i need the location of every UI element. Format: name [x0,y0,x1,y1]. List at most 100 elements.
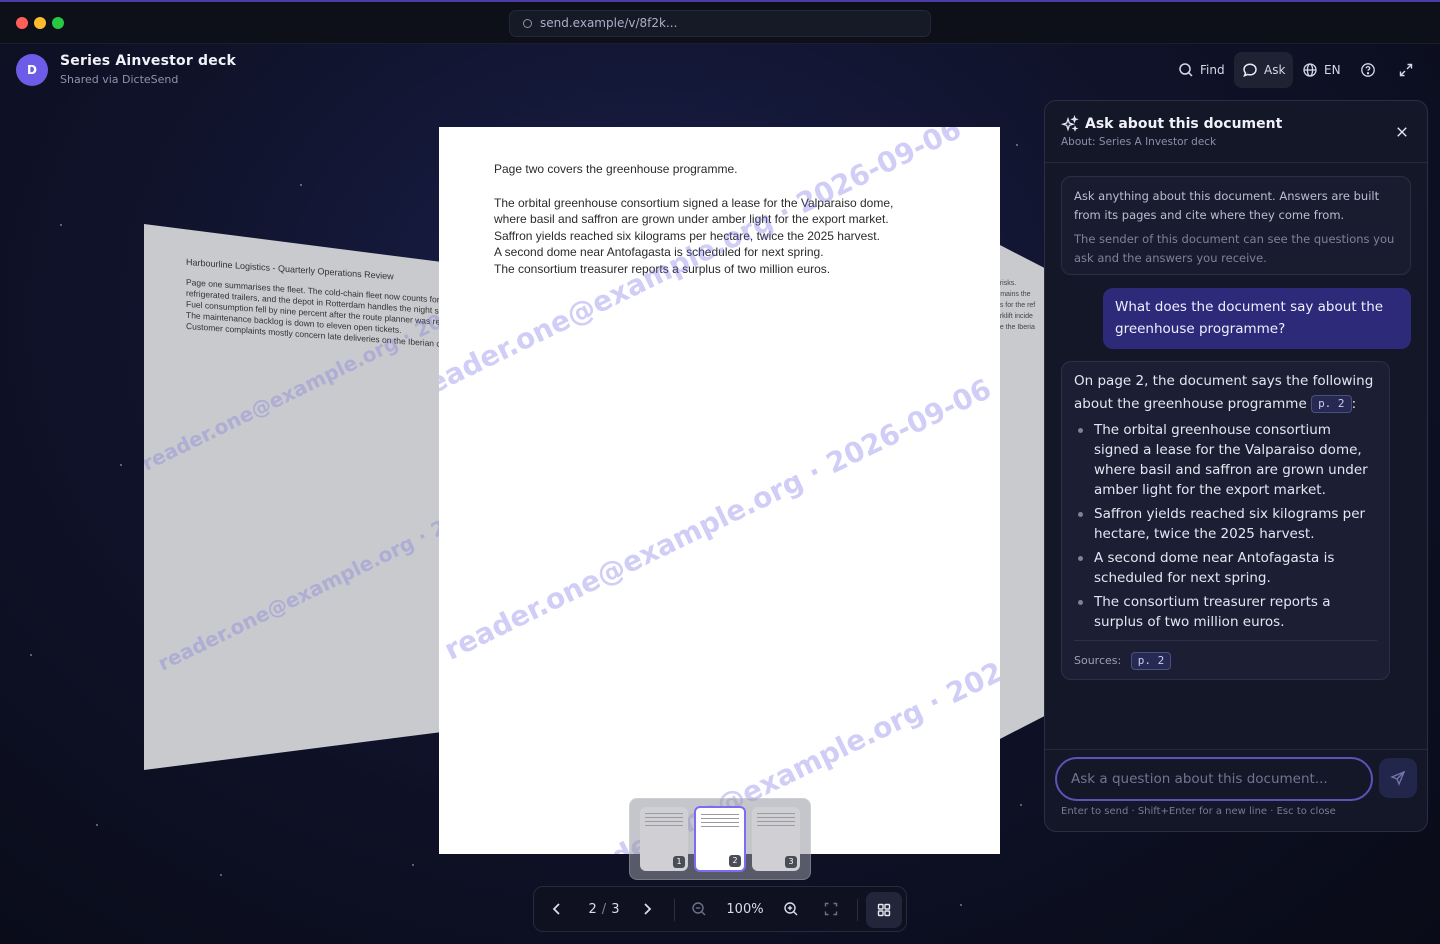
page-2-line: The orbital greenhouse consortium signed… [494,195,894,210]
viewer-stage: D Series Ainvestor deck Shared via Dicte… [0,44,1440,944]
thumbnail-number: 2 [729,855,741,867]
ask-button[interactable]: Ask [1234,52,1294,88]
thumbnail-number: 3 [785,856,797,868]
sender-avatar: D [16,54,48,86]
page-3-preview[interactable]: e risks. remains the ms for the ref fork… [998,244,1046,740]
fit-page-button[interactable] [814,887,848,931]
ask-question-input[interactable] [1055,757,1373,801]
zoom-out-button[interactable] [682,887,716,931]
citation-pill[interactable]: p. 2 [1311,395,1352,413]
window-titlebar: send.example/v/8f2k... [0,0,1440,44]
page-indicator: 2 / 3 [582,887,626,931]
send-question-button[interactable] [1379,758,1417,798]
page-2-line: Saffron yields reached six kilograms per… [494,228,880,243]
site-info-icon [523,19,532,28]
star [60,224,62,226]
star [30,654,32,656]
close-window-button[interactable] [16,17,28,29]
language-button[interactable]: EN [1294,52,1349,88]
page-3-line: e risks. [998,280,1017,287]
page-3-line: remains the [998,291,1031,298]
ask-panel-about: About: Series A Investor deck [1061,136,1217,148]
star [1016,144,1018,146]
next-page-button[interactable] [630,887,664,931]
ask-panel-header: Ask about this document About: Series A … [1045,101,1427,163]
answer-bullet: The orbital greenhouse consortium signed… [1074,420,1377,500]
page-thumbnails: 1 2 3 [629,798,811,880]
user-message-text: What does the document say about the gre… [1115,299,1384,337]
viewer-header: D Series Ainvestor deck Shared via Dicte… [0,44,1440,100]
page-2-line: where basil and saffron are grown under … [494,212,889,226]
grid-view-button[interactable] [866,892,902,928]
chat-icon [1243,63,1257,78]
address-bar[interactable]: send.example/v/8f2k... [509,10,931,37]
chevron-right-icon [644,903,652,915]
sparkle-icon [1061,115,1079,132]
zoom-value: 100% [726,901,764,917]
find-button[interactable]: Find [1170,52,1233,88]
star [96,824,98,826]
thumbnail-number: 1 [673,856,685,868]
ask-label: Ask [1264,63,1286,77]
composer-hint: Enter to send · Shift+Enter for a new li… [1061,806,1336,817]
page-3-line: ute the Iberia [998,324,1035,331]
page-2-document[interactable]: Page two covers the greenhouse programme… [439,127,1000,854]
zoom-in-icon [784,902,798,916]
ask-panel-title: Ask about this document [1085,116,1283,132]
zoom-out-icon [692,902,706,916]
ask-privacy-notice: The sender of this document can see the … [1074,232,1395,265]
fullscreen-button[interactable] [1390,52,1422,88]
globe-icon [1303,63,1317,77]
close-icon [1397,127,1407,137]
page-1-preview[interactable]: Harbourline Logistics - Quarterly Operat… [144,224,444,770]
search-icon [1179,63,1193,77]
find-label: Find [1200,63,1225,77]
star [120,464,122,466]
thumbnail-page-3[interactable]: 3 [752,807,800,871]
page-separator: / [601,901,607,917]
watermark: reader.one@example.org · 2026-09-06 [154,464,444,676]
answer-list: The orbital greenhouse consortium signed… [1074,420,1377,632]
page-total: 3 [611,901,620,917]
page-current[interactable]: 2 [589,902,597,917]
document-title: Series Ainvestor deck [60,53,236,69]
star [960,904,962,906]
send-icon [1390,770,1406,786]
ask-panel: Ask about this document About: Series A … [1044,100,1428,832]
close-ask-panel-button[interactable] [1391,121,1413,143]
thumbnail-page-2[interactable]: 2 [694,806,746,872]
star [412,864,414,866]
sources-label: Sources: [1074,654,1122,667]
address-url: send.example/v/8f2k... [540,16,678,30]
language-label: EN [1324,63,1341,77]
zoom-in-button[interactable] [774,887,808,931]
document-subtitle: Shared via DicteSend [60,73,179,86]
user-message: What does the document say about the gre… [1103,288,1411,349]
star [220,874,222,876]
page-2-body: Page two covers the greenhouse programme… [494,161,893,277]
page-3-line: forklift incide [998,313,1033,320]
watermark: reader.one@example.org · 2026-09-06 [439,372,997,667]
ask-info-text: Ask anything about this document. Answer… [1074,189,1380,222]
zoom-level: 100% [720,887,770,931]
zoom-window-button[interactable] [52,17,64,29]
help-icon [1361,63,1375,77]
star [1020,804,1022,806]
thumbnail-page-1[interactable]: 1 [640,807,688,871]
fit-screen-icon [824,902,838,916]
help-button[interactable] [1352,52,1384,88]
answer-sources: Sources: p. 2 [1074,640,1377,672]
chevron-left-icon [552,903,560,915]
answer-intro: On page 2, the document says the followi… [1074,373,1374,413]
answer-bullet: The consortium treasurer reports a surpl… [1074,592,1377,632]
previous-page-button[interactable] [540,887,574,931]
page-3-line: ms for the ref [998,302,1036,309]
minimize-window-button[interactable] [34,17,46,29]
assistant-message: On page 2, the document says the followi… [1061,361,1390,680]
toolbar-divider [674,899,675,921]
toolbar-divider [857,899,858,921]
ask-composer: Enter to send · Shift+Enter for a new li… [1045,749,1427,831]
page-2-intro: Page two covers the greenhouse programme… [494,162,738,176]
answer-bullet: A second dome near Antofagasta is schedu… [1074,548,1377,588]
source-citation-pill[interactable]: p. 2 [1130,652,1172,670]
